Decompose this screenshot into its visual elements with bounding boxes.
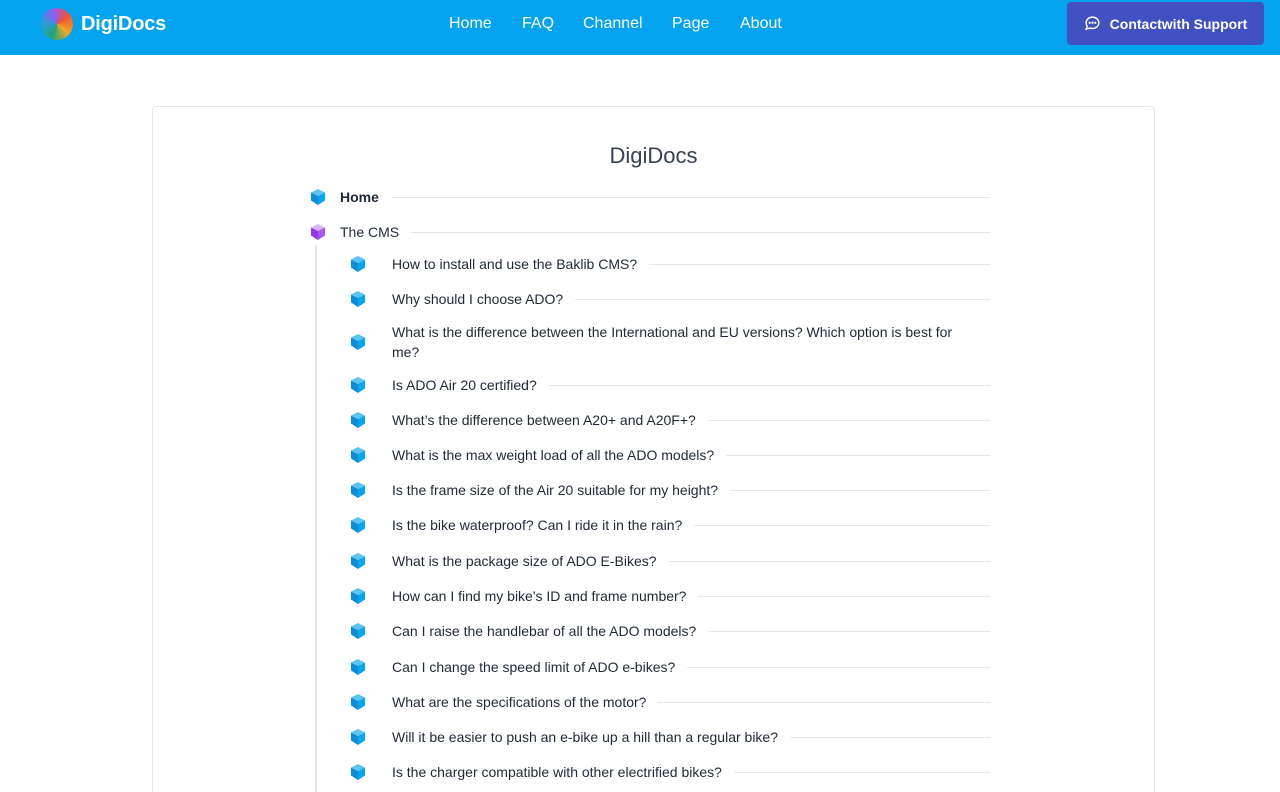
divider <box>698 595 990 597</box>
brand[interactable]: DigiDocs <box>41 8 166 40</box>
tree-child-label: Is ADO Air 20 certified? <box>392 377 537 393</box>
cube-icon <box>351 729 365 745</box>
nav-faq[interactable]: FAQ <box>522 15 554 33</box>
tree-child-item[interactable]: Can I change the speed limit of ADO e-bi… <box>349 657 990 677</box>
tree-child-label: Why should I choose ADO? <box>392 291 564 307</box>
tree-child-item[interactable]: Is the charger compatible with other ele… <box>349 762 990 782</box>
divider <box>658 701 990 703</box>
cube-icon <box>351 412 365 428</box>
cube-icon <box>311 224 325 240</box>
tree-child-item[interactable]: Is the frame size of the Air 20 suitable… <box>349 480 990 500</box>
divider <box>694 524 990 526</box>
tree-child-label: What is the max weight load of all the A… <box>392 447 715 463</box>
cube-icon <box>351 334 365 350</box>
cube-icon <box>351 482 365 498</box>
divider <box>668 560 990 562</box>
cube-icon <box>351 377 365 393</box>
tree-child-label: What’s the difference between A20+ and A… <box>392 412 696 428</box>
tree-child-item[interactable]: What is the max weight load of all the A… <box>349 445 990 465</box>
cube-icon <box>351 517 365 533</box>
divider <box>390 196 990 198</box>
divider <box>708 630 990 632</box>
nav-channel[interactable]: Channel <box>583 15 643 33</box>
cube-icon <box>351 623 365 639</box>
nav-home[interactable]: Home <box>449 15 492 33</box>
page-title: DigiDocs <box>609 143 698 168</box>
tree-child-item[interactable]: Will it be easier to push an e-bike up a… <box>349 727 990 747</box>
tree-item-label: The CMS <box>340 224 400 240</box>
tree-child-label: Is the frame size of the Air 20 suitable… <box>392 482 719 498</box>
tree-child-label: What are the specifications of the motor… <box>392 694 647 710</box>
tree-item-home[interactable]: Home <box>309 187 990 207</box>
nav-page[interactable]: Page <box>672 15 709 33</box>
tree-child-item[interactable]: What’s the difference between A20+ and A… <box>349 410 990 430</box>
tree-child-item[interactable]: Is ADO Air 20 certified? <box>349 375 990 395</box>
tree-child-label: How to install and use the Baklib CMS? <box>392 256 638 272</box>
cube-icon <box>351 256 365 272</box>
contact-support-button[interactable]: Contactwith Support <box>1067 2 1264 45</box>
divider <box>730 489 990 491</box>
brand-logo-icon <box>41 8 73 40</box>
divider <box>726 454 990 456</box>
tree-child-label: Is the bike waterproof? Can I ride it in… <box>392 517 683 533</box>
chat-bubble-icon <box>1084 16 1100 31</box>
divider <box>687 666 990 668</box>
tree-item-the-cms[interactable]: The CMS <box>309 222 990 242</box>
tree-child-item[interactable]: How to install and use the Baklib CMS? <box>349 254 990 274</box>
divider <box>733 771 990 773</box>
top-navbar: DigiDocs Home FAQ Channel Page About Con… <box>0 0 1280 55</box>
tree-child-item[interactable]: Is the bike waterproof? Can I ride it in… <box>349 515 990 535</box>
tree-child-label: How can I find my bike's ID and frame nu… <box>392 588 687 604</box>
cube-icon <box>351 447 365 463</box>
tree-child-label: Can I change the speed limit of ADO e-bi… <box>392 659 676 675</box>
cube-icon <box>311 189 325 205</box>
divider <box>575 298 990 300</box>
tree-child-label: Will it be easier to push an e-bike up a… <box>392 729 778 745</box>
tree-child-item[interactable]: How can I find my bike's ID and frame nu… <box>349 586 990 606</box>
tree-child-item[interactable]: What is the difference between the Inter… <box>349 322 990 362</box>
tree-child-item[interactable]: Can I raise the handlebar of all the ADO… <box>349 621 990 641</box>
tree-child-label: Can I raise the handlebar of all the ADO… <box>392 623 697 639</box>
cube-icon <box>351 291 365 307</box>
cube-icon <box>351 764 365 780</box>
divider <box>411 231 990 233</box>
tree-item-label: Home <box>340 189 379 205</box>
tree-child-label: Is the charger compatible with other ele… <box>392 764 722 780</box>
contact-support-label: Contactwith Support <box>1109 15 1248 32</box>
divider <box>649 263 990 265</box>
tree-child-item[interactable]: What are the specifications of the motor… <box>349 692 990 712</box>
divider <box>790 736 990 738</box>
tree-child-item[interactable]: Why should I choose ADO? <box>349 289 990 309</box>
tree-child-label: What is the difference between the Inter… <box>392 324 953 360</box>
cube-icon <box>351 694 365 710</box>
brand-name: DigiDocs <box>81 12 167 35</box>
cube-icon <box>351 553 365 569</box>
nav-about[interactable]: About <box>740 15 782 33</box>
divider <box>548 384 990 386</box>
divider <box>707 419 990 421</box>
tree-child-item[interactable]: What is the package size of ADO E-Bikes? <box>349 551 990 571</box>
tree-connector-line <box>315 245 317 792</box>
cube-icon <box>351 588 365 604</box>
cube-icon <box>351 659 365 675</box>
tree-child-label: What is the package size of ADO E-Bikes? <box>392 553 657 569</box>
